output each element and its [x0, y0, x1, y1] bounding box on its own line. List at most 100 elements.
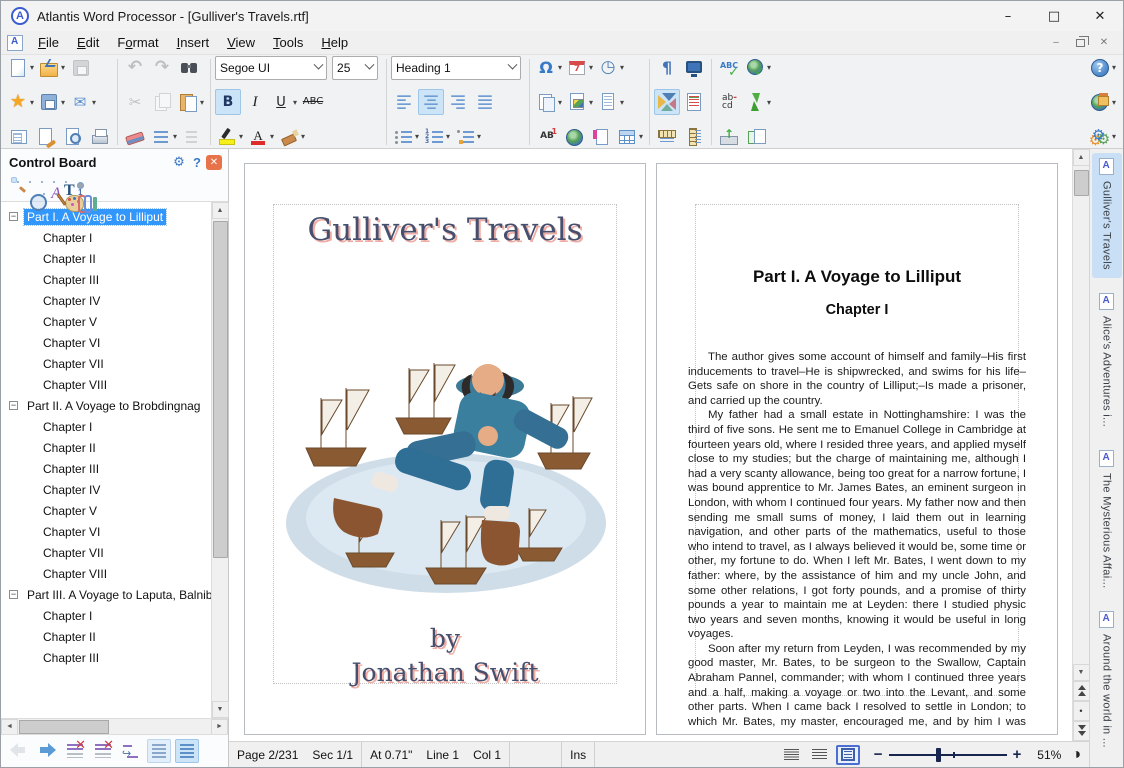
- options-button[interactable]: ⚙▾: [1088, 124, 1118, 150]
- zoom-slider-thumb[interactable]: [936, 748, 941, 762]
- page-2[interactable]: Part I. A Voyage to Lilliput Chapter I T…: [656, 163, 1058, 735]
- control-board-help-button[interactable]: ?: [188, 153, 206, 171]
- tree-expander[interactable]: −: [9, 212, 18, 221]
- tree-hscroll-thumb[interactable]: [19, 720, 109, 734]
- cb-headings-button[interactable]: [11, 177, 17, 183]
- numbered-list-button[interactable]: 1 2 3▾: [422, 124, 452, 150]
- tree-scroll-right-button[interactable]: ►: [211, 719, 228, 735]
- hyphenation-button[interactable]: ab-cd: [716, 89, 742, 115]
- tree-item[interactable]: Chapter VI: [1, 332, 211, 353]
- draft-view-button[interactable]: [780, 745, 804, 765]
- mdi-minimize-button[interactable]: –: [1045, 34, 1067, 52]
- tree-item[interactable]: Chapter I: [1, 227, 211, 248]
- tree-item[interactable]: Chapter II: [1, 626, 211, 647]
- format-painter-button[interactable]: ▾: [277, 124, 307, 150]
- tree-item[interactable]: Chapter VII: [1, 542, 211, 563]
- document-tab[interactable]: AGulliver's Travels: [1092, 153, 1122, 278]
- insert-mode-segment[interactable]: Ins: [562, 742, 595, 767]
- tree-item[interactable]: Chapter II: [1, 248, 211, 269]
- tree-item[interactable]: Chapter V: [1, 500, 211, 521]
- delete-heading-button[interactable]: ✕: [63, 739, 87, 763]
- mdi-restore-button[interactable]: [1069, 34, 1091, 52]
- body-text[interactable]: The author gives some account of himself…: [688, 350, 1026, 728]
- show-headings-button[interactable]: [147, 739, 171, 763]
- paste-button[interactable]: ▾: [176, 89, 206, 115]
- autocorrect-button[interactable]: ▾: [743, 89, 773, 115]
- tree-scroll-left-button[interactable]: ◄: [1, 719, 18, 735]
- contrast-toggle[interactable]: ◑: [1069, 742, 1089, 767]
- insert-textbox-button[interactable]: ▾: [596, 89, 626, 115]
- bold-button[interactable]: B: [215, 89, 241, 115]
- view-sections-button[interactable]: [654, 89, 680, 115]
- align-left-button[interactable]: [391, 89, 417, 115]
- tree-item[interactable]: −Part III. A Voyage to Laputa, Balnib: [1, 584, 211, 605]
- insert-file-button[interactable]: ▾: [534, 89, 564, 115]
- tree-item[interactable]: Chapter II: [1, 437, 211, 458]
- minimize-button[interactable]: –: [985, 1, 1031, 31]
- doc-scroll-down-button[interactable]: ▼: [1073, 664, 1090, 681]
- page-1[interactable]: Gulliver's Travels: [244, 163, 646, 735]
- new-document-button[interactable]: ▾: [6, 55, 36, 81]
- insert-date-button[interactable]: 7▾: [565, 55, 595, 81]
- page-status-segment[interactable]: Page 2/231 Sec 1/1: [229, 742, 362, 767]
- zoom-slider[interactable]: [889, 747, 1007, 763]
- tree-vertical-scrollbar[interactable]: ▲ ▼: [211, 202, 228, 718]
- highlighter-button[interactable]: ▾: [215, 124, 245, 150]
- insert-time-button[interactable]: ◷▾: [596, 55, 626, 81]
- control-board-close-button[interactable]: ✕: [206, 155, 222, 170]
- strikethrough-button[interactable]: ABC: [300, 89, 326, 115]
- print-preview-button[interactable]: [60, 124, 86, 150]
- cb-bullets-button[interactable]: [23, 177, 29, 183]
- full-screen-button[interactable]: [681, 55, 707, 81]
- tree-item[interactable]: Chapter III: [1, 458, 211, 479]
- document-tab[interactable]: AThe Mysterious Affai...: [1092, 445, 1122, 597]
- tree-item[interactable]: Chapter I: [1, 416, 211, 437]
- doc-scroll-thumb[interactable]: [1074, 170, 1089, 196]
- document-vertical-scrollbar[interactable]: ▲ ▼ •: [1072, 149, 1089, 741]
- tree-item[interactable]: Chapter VIII: [1, 563, 211, 584]
- eraser-button[interactable]: [122, 124, 148, 150]
- cb-outline-button[interactable]: [35, 177, 41, 183]
- horizontal-ruler-button[interactable]: [654, 124, 680, 150]
- multilevel-list-button[interactable]: ▾: [453, 124, 483, 150]
- help-button[interactable]: ?▾: [1088, 55, 1118, 81]
- align-center-button[interactable]: [418, 89, 444, 115]
- paragraph-style-combo[interactable]: Heading 1: [391, 56, 521, 80]
- insert-symbol-button[interactable]: Ω▾: [534, 55, 564, 81]
- next-page-button[interactable]: [1073, 721, 1090, 741]
- open-document-button[interactable]: ▾: [37, 55, 67, 81]
- send-mail-button[interactable]: ✉▾: [68, 89, 98, 115]
- typing-aid-button[interactable]: [743, 124, 769, 150]
- align-right-button[interactable]: [445, 89, 471, 115]
- tree-expander[interactable]: −: [9, 590, 18, 599]
- tree-item[interactable]: Chapter IV: [1, 290, 211, 311]
- cb-zoom-button[interactable]: [25, 189, 31, 195]
- tree-scroll-thumb[interactable]: [213, 221, 228, 558]
- borders-button[interactable]: ▾: [149, 124, 179, 150]
- menu-insert[interactable]: Insert: [168, 32, 219, 53]
- menu-tools[interactable]: Tools: [264, 32, 312, 53]
- menu-help[interactable]: Help: [312, 32, 357, 53]
- bullet-list-button[interactable]: ▾: [391, 124, 421, 150]
- italic-button[interactable]: I: [242, 89, 268, 115]
- font-color-button[interactable]: A▾: [246, 124, 276, 150]
- maximize-button[interactable]: □: [1031, 1, 1077, 31]
- tree-expander[interactable]: −: [9, 401, 18, 410]
- menu-edit[interactable]: Edit: [68, 32, 108, 53]
- tree-item[interactable]: Chapter VII: [1, 353, 211, 374]
- vertical-ruler-button[interactable]: [681, 124, 707, 150]
- insert-table-button[interactable]: ▾: [615, 124, 645, 150]
- zoom-out-button[interactable]: −: [874, 746, 883, 763]
- document-tab[interactable]: AAround the world in ...: [1092, 606, 1122, 756]
- tree-item[interactable]: Chapter I: [1, 605, 211, 626]
- font-name-combo[interactable]: Segoe UI: [215, 56, 327, 80]
- find-button[interactable]: [176, 55, 202, 81]
- insert-picture-button[interactable]: ▾: [565, 89, 595, 115]
- insert-hyperlink-button[interactable]: [561, 124, 587, 150]
- page-setup-button[interactable]: [33, 124, 59, 150]
- tree-item[interactable]: Chapter III: [1, 647, 211, 668]
- insert-footnote-button[interactable]: AB1: [534, 124, 560, 150]
- document-icon[interactable]: A: [7, 35, 23, 51]
- favorites-button[interactable]: ★▾: [6, 89, 36, 115]
- show-full-outline-button[interactable]: [175, 739, 199, 763]
